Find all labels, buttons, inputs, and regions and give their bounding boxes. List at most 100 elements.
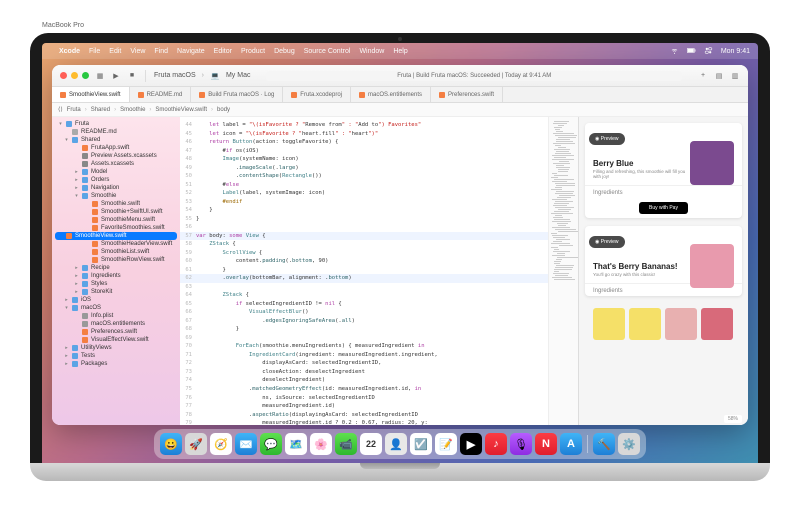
minimize-button[interactable] [71,72,78,79]
code-line[interactable]: 44 let label = "\(isFavorite ? "Remove f… [180,121,548,130]
file-model[interactable]: ▸Model [52,168,180,176]
disclosure-icon[interactable]: ▸ [74,177,79,183]
file-frutaapp-swift[interactable]: FrutaApp.swift [52,144,180,152]
stop-button[interactable]: ■ [127,71,137,81]
disclosure-icon[interactable]: ▾ [58,121,63,127]
dock-contacts-icon[interactable]: 👤 [385,433,407,455]
menu-help[interactable]: Help [393,48,407,55]
file-info-plist[interactable]: Info.plist [52,312,180,320]
tab-5[interactable]: Preferences.swift [431,87,503,102]
ingredient-thumb[interactable] [701,308,733,340]
tab-3[interactable]: Fruta.xcodeproj [283,87,351,102]
breadcrumb-item[interactable]: Shared [91,107,110,113]
disclosure-icon[interactable]: ▸ [74,185,79,191]
file-smoothielist-swift[interactable]: SmoothieList.swift [52,248,180,256]
breadcrumb-item[interactable]: SmoothieView.swift [155,107,207,113]
disclosure-icon[interactable]: ▾ [64,305,69,311]
file-packages[interactable]: ▸Packages [52,360,180,368]
preview-card-1[interactable]: ◉ PreviewThat's Berry Bananas!You'll go … [585,226,742,296]
code-line[interactable]: 59 ScrollView { [180,249,548,258]
disclosure-icon[interactable]: ▸ [64,353,69,359]
code-line[interactable]: 47 #if os(iOS) [180,147,548,156]
control-center-icon[interactable] [704,46,713,57]
file-navigation[interactable]: ▸Navigation [52,184,180,192]
menu-debug[interactable]: Debug [274,48,295,55]
code-line[interactable]: 66 VisualEffectBlur() [180,308,548,317]
file-smoothieheaderview-swift[interactable]: SmoothieHeaderView.swift [52,240,180,248]
dock-maps-icon[interactable]: 🗺️ [285,433,307,455]
code-line[interactable]: 78 .aspectRatio(displayingAsCard: select… [180,411,548,420]
zoom-level[interactable]: 58% [724,415,742,423]
menu-edit[interactable]: Edit [109,48,121,55]
file-ios[interactable]: ▸iOS [52,296,180,304]
battery-icon[interactable] [687,46,696,57]
file-smoothie[interactable]: ▾Smoothie [52,192,180,200]
code-line[interactable]: 53 #endif [180,198,548,207]
code-line[interactable]: 63 [180,283,548,292]
breadcrumb-item[interactable]: body [217,107,230,113]
code-line[interactable]: 70 ForEach(smoothie.menuIngredients) { m… [180,342,548,351]
disclosure-icon[interactable]: ▸ [74,273,79,279]
disclosure-icon[interactable]: ▸ [74,281,79,287]
file-smoothie-swiftui-swift[interactable]: Smoothie+SwiftUI.swift [52,208,180,216]
menu-view[interactable]: View [130,48,145,55]
menu-navigate[interactable]: Navigate [177,48,205,55]
clock[interactable]: Mon 9:41 [721,48,750,55]
dock-facetime-icon[interactable]: 📹 [335,433,357,455]
ingredient-thumb[interactable] [629,308,661,340]
code-line[interactable]: 45 let icon = "\(isFavorite ? "heart.fil… [180,130,548,139]
menu-find[interactable]: Find [154,48,168,55]
code-line[interactable]: 73 closeAction: deselectIngredient [180,368,548,377]
file-macos-entitlements[interactable]: macOS.entitlements [52,320,180,328]
menu-window[interactable]: Window [359,48,384,55]
menu-editor[interactable]: Editor [214,48,232,55]
wifi-icon[interactable] [670,46,679,57]
dock-mail-icon[interactable]: ✉️ [235,433,257,455]
file-assets-xcassets[interactable]: Assets.xcassets [52,160,180,168]
file-favoritesmoothies-swift[interactable]: FavoriteSmoothies.swift [52,224,180,232]
dock-reminders-icon[interactable]: ☑️ [410,433,432,455]
dock-safari-icon[interactable]: 🧭 [210,433,232,455]
code-editor[interactable]: 44 let label = "\(isFavorite ? "Remove f… [180,117,548,425]
jump-bar-icon[interactable]: ⟨⟩ [58,106,63,113]
preview-card-0[interactable]: ◉ PreviewBerry BlueFilling and refreshin… [585,123,742,218]
tab-4[interactable]: macOS.entitlements [351,87,431,102]
code-line[interactable]: 49 .imageScale(.large) [180,164,548,173]
buy-button[interactable]: Buy with Pay [639,202,688,214]
menu-source-control[interactable]: Source Control [304,48,351,55]
code-line[interactable]: 57var body: some View { [180,232,548,241]
disclosure-icon[interactable]: ▸ [74,169,79,175]
disclosure-icon[interactable]: ▸ [74,289,79,295]
code-line[interactable]: 52 Label(label, systemImage: icon) [180,189,548,198]
disclosure-icon[interactable]: ▸ [64,297,69,303]
code-line[interactable]: 64 ZStack { [180,291,548,300]
code-line[interactable]: 79 measuredIngredient.id ? 0.2 : 0.67, r… [180,419,548,425]
dock-appstore-icon[interactable]: A [560,433,582,455]
dock-music-icon[interactable]: ♪ [485,433,507,455]
code-line[interactable]: 68 } [180,325,548,334]
file-styles[interactable]: ▸Styles [52,280,180,288]
file-shared[interactable]: ▾Shared [52,136,180,144]
ingredient-thumb[interactable] [593,308,625,340]
code-line[interactable]: 74 deselectIngredient) [180,376,548,385]
code-line[interactable]: 72 displayAsCard: selectedIngredientID, [180,359,548,368]
file-smoothiemenu-swift[interactable]: SmoothieMenu.swift [52,216,180,224]
nav-toggle-icon[interactable]: ▦ [95,71,105,81]
menu-file[interactable]: File [89,48,100,55]
disclosure-icon[interactable]: ▾ [74,193,79,199]
code-line[interactable]: 62 .overlay(bottomBar, alignment: .botto… [180,274,548,283]
preview-pill[interactable]: ◉ Preview [589,133,625,145]
dock-xcode-icon[interactable]: 🔨 [593,433,615,455]
minimap[interactable] [548,117,578,425]
disclosure-icon[interactable]: ▸ [64,361,69,367]
file-recipe[interactable]: ▸Recipe [52,264,180,272]
code-line[interactable]: 69 [180,334,548,343]
dock-calendar-icon[interactable]: 22 [360,433,382,455]
file-ingredients[interactable]: ▸Ingredients [52,272,180,280]
code-line[interactable]: 65 if selectedIngredientID != nil { [180,300,548,309]
code-line[interactable]: 71 IngredientCard(ingredient: measuredIn… [180,351,548,360]
breadcrumb-item[interactable]: Fruta [67,107,81,113]
disclosure-icon[interactable]: ▾ [64,137,69,143]
inspector-toggle-icon[interactable]: ▥ [730,71,740,81]
preview-pill[interactable]: ◉ Preview [589,236,625,248]
